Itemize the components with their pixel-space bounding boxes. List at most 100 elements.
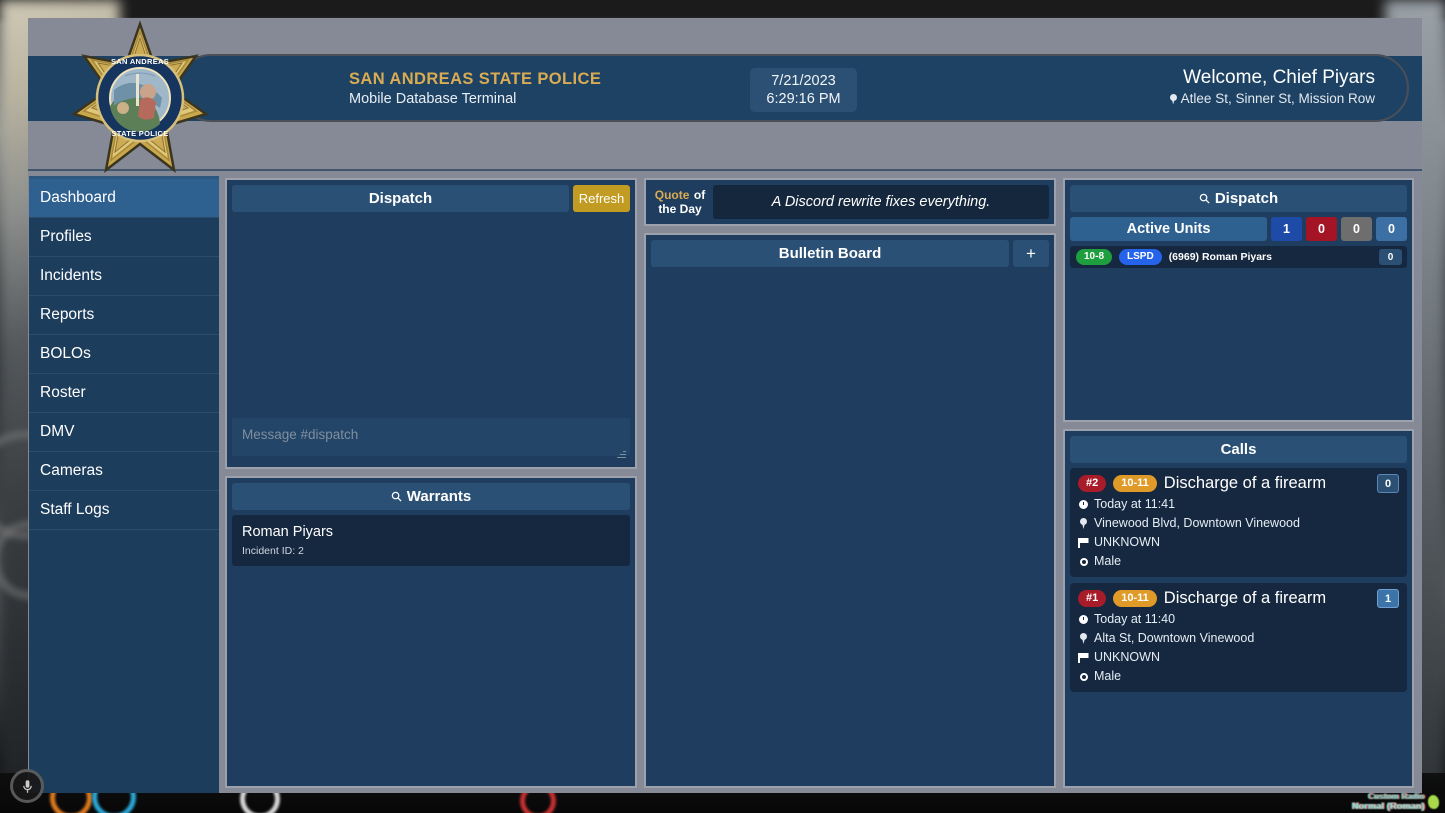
call-number-badge: #1 — [1078, 590, 1107, 607]
microphone-icon — [10, 769, 44, 803]
sidebar-item-dmv[interactable]: DMV — [29, 413, 219, 452]
quote-label: Quote of the Day — [651, 185, 709, 219]
svg-text:STATE POLICE: STATE POLICE — [111, 129, 168, 138]
call-card[interactable]: #2 10-11 Discharge of a firearm 0 Today … — [1070, 468, 1407, 577]
calls-title: Calls — [1070, 436, 1407, 463]
datetime-display: 7/21/2023 6:29:16 PM — [750, 68, 857, 112]
user-location: Atlee St, Sinner St, Mission Row — [1169, 90, 1375, 108]
quote-label-line1: Quote of — [655, 188, 705, 202]
refresh-button[interactable]: Refresh — [573, 185, 630, 212]
main-body: Dashboard Profiles Incidents Reports BOL… — [28, 176, 1422, 793]
sidebar-item-label: Roster — [40, 384, 86, 401]
current-time: 6:29:16 PM — [766, 90, 841, 107]
sidebar-item-label: Dashboard — [40, 189, 116, 206]
call-postal: UNKNOWN — [1094, 650, 1160, 664]
sidebar-item-label: Profiles — [40, 228, 92, 245]
call-title: Discharge of a firearm — [1163, 589, 1327, 607]
map-pin-icon — [1169, 93, 1177, 105]
call-postal-row: UNKNOWN — [1078, 650, 1399, 665]
call-time: Today at 11:41 — [1094, 497, 1176, 511]
call-location: Alta St, Downtown Vinewood — [1094, 631, 1255, 645]
sidebar-item-staff-logs[interactable]: Staff Logs — [29, 491, 219, 530]
warrants-list: Roman Piyars Incident ID: 2 — [227, 510, 635, 571]
unit-attached-count: 0 — [1379, 249, 1402, 265]
bulletin-list — [646, 267, 1054, 786]
sidebar-item-dashboard[interactable]: Dashboard — [29, 179, 219, 218]
sidebar-item-profiles[interactable]: Profiles — [29, 218, 219, 257]
call-gender-row: Male — [1078, 554, 1399, 569]
call-gender-row: Male — [1078, 669, 1399, 684]
map-pin-icon — [1078, 518, 1089, 529]
voice-status-bottom: Normal (Roman) — [1352, 801, 1425, 811]
call-code-badge: 10-11 — [1113, 475, 1157, 492]
sidebar-item-label: Staff Logs — [40, 501, 110, 518]
quote-text: A Discord rewrite fixes everything. — [713, 185, 1049, 219]
calls-panel: Calls #2 10-11 Discharge of a firearm 0 — [1063, 429, 1414, 788]
call-number-badge: #2 — [1078, 475, 1107, 492]
unit-count-busy[interactable]: 0 — [1306, 217, 1337, 241]
warrant-list-item[interactable]: Roman Piyars Incident ID: 2 — [232, 515, 630, 566]
map-pin-icon — [1078, 633, 1089, 644]
bulletin-title: Bulletin Board — [651, 240, 1009, 267]
call-location: Vinewood Blvd, Downtown Vinewood — [1094, 516, 1300, 530]
unit-row[interactable]: 10-8 LSPD (6969) Roman Piyars 0 — [1070, 246, 1407, 268]
call-header: #1 10-11 Discharge of a firearm 1 — [1078, 589, 1399, 608]
header-divider — [28, 169, 1422, 171]
call-postal-row: UNKNOWN — [1078, 535, 1399, 550]
dashboard-panes: Dispatch Refresh Message #dispatch Warra… — [219, 176, 1422, 793]
call-header: #2 10-11 Discharge of a firearm 0 — [1078, 474, 1399, 493]
call-time: Today at 11:40 — [1094, 612, 1176, 626]
welcome-text: Welcome, Chief Piyars — [1183, 67, 1375, 88]
call-location-row: Alta St, Downtown Vinewood — [1078, 631, 1399, 646]
sidebar-item-label: Incidents — [40, 267, 103, 284]
dispatch-message-input[interactable] — [232, 418, 630, 456]
dispatch-message-feed — [227, 212, 635, 418]
sidebar-item-bolos[interactable]: BOLOs — [29, 335, 219, 374]
warrant-name: Roman Piyars — [242, 524, 334, 540]
active-units-label: Active Units — [1070, 217, 1267, 241]
call-card[interactable]: #1 10-11 Discharge of a firearm 1 Today … — [1070, 583, 1407, 692]
call-time-row: Today at 11:41 — [1078, 497, 1399, 512]
call-time-row: Today at 11:40 — [1078, 612, 1399, 627]
quote-label-word-of: of — [693, 188, 706, 202]
dispatch-title: Dispatch — [232, 185, 569, 212]
flag-icon — [1078, 537, 1089, 548]
clock-icon — [1078, 615, 1089, 624]
sidebar-item-roster[interactable]: Roster — [29, 374, 219, 413]
current-date: 7/21/2023 — [771, 72, 836, 89]
voice-status-top: Custom Radio — [1368, 792, 1425, 801]
unit-count-offline[interactable]: 0 — [1341, 217, 1372, 241]
police-star-badge-icon: SAN ANDREAS STATE POLICE — [70, 20, 210, 178]
right-column: Dispatch Active Units 1 0 0 0 10-8 LSPD — [1063, 178, 1414, 788]
dispatch-units-panel: Dispatch Active Units 1 0 0 0 10-8 LSPD — [1063, 178, 1414, 422]
unit-count-other[interactable]: 0 — [1376, 217, 1407, 241]
unit-officer-name: (6969) Roman Piyars — [1168, 251, 1272, 263]
sidebar-filler — [29, 530, 219, 793]
svg-text:SAN ANDREAS: SAN ANDREAS — [111, 57, 169, 66]
header-bar: SAN ANDREAS STATE POLICE Mobile Database… — [177, 54, 1409, 122]
sidebar-item-cameras[interactable]: Cameras — [29, 452, 219, 491]
sidebar-item-label: Cameras — [40, 462, 103, 479]
sidebar-item-incidents[interactable]: Incidents — [29, 257, 219, 296]
unit-status-badge: 10-8 — [1076, 249, 1113, 265]
warrants-panel: Warrants Roman Piyars Incident ID: 2 — [225, 476, 637, 788]
warrant-incident-id: Incident ID: 2 — [242, 545, 304, 557]
add-bulletin-button[interactable]: + — [1013, 240, 1049, 267]
sidebar-nav: Dashboard Profiles Incidents Reports BOL… — [29, 176, 219, 793]
voice-indicator-icon — [1427, 793, 1440, 810]
dispatch-units-title: Dispatch — [1070, 185, 1407, 212]
warrants-title: Warrants — [232, 483, 630, 510]
org-identity: SAN ANDREAS STATE POLICE Mobile Database… — [349, 70, 601, 109]
circle-icon — [1078, 672, 1089, 681]
magnifier-icon — [1199, 193, 1210, 204]
call-gender: Male — [1094, 669, 1122, 683]
sidebar-item-reports[interactable]: Reports — [29, 296, 219, 335]
clock-icon — [1078, 500, 1089, 509]
call-units-count: 0 — [1377, 474, 1399, 493]
unit-count-available[interactable]: 1 — [1271, 217, 1302, 241]
dispatch-input-wrapper — [227, 418, 635, 467]
call-title: Discharge of a firearm — [1163, 474, 1327, 492]
sidebar-item-label: Reports — [40, 306, 95, 323]
middle-column: Quote of the Day A Discord rewrite fixes… — [644, 178, 1056, 788]
call-code-badge: 10-11 — [1113, 590, 1157, 607]
